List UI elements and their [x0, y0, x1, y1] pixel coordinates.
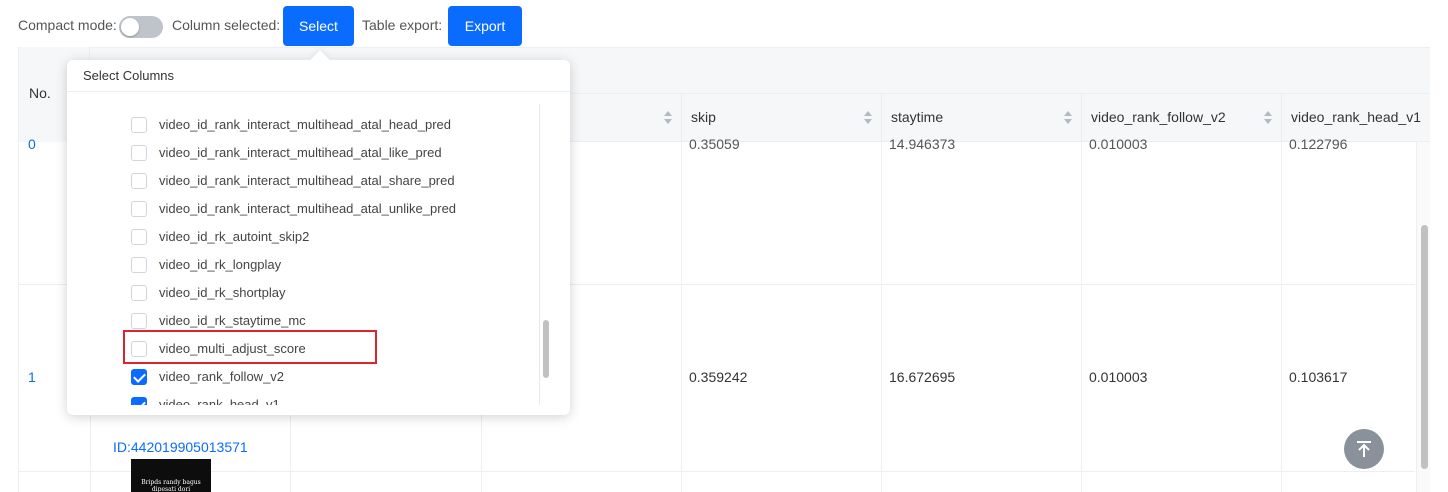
follow-cell: 0.010003	[1089, 136, 1148, 152]
scrollbar-thumb[interactable]	[543, 320, 549, 378]
checkbox[interactable]	[131, 117, 147, 133]
checkbox-checked[interactable]	[131, 397, 147, 405]
checkbox-checked[interactable]	[131, 369, 147, 385]
column-header-label: video_rank_follow_v2	[1091, 109, 1226, 125]
sort-icon[interactable]	[664, 111, 672, 125]
table-export-label: Table export:	[362, 17, 443, 33]
column-option[interactable]: video_rank_head_v1	[131, 395, 551, 405]
column-option[interactable]: video_id_rk_shortplay	[131, 283, 551, 303]
row-number-link[interactable]: 0	[28, 136, 36, 152]
head-cell: 0.103617	[1289, 369, 1348, 385]
column-option[interactable]: video_id_rank_interact_multihead_atal_un…	[131, 199, 551, 219]
column-header-staytime[interactable]: staytime	[881, 94, 1081, 142]
video-id-link[interactable]: ID:442019905013571	[113, 439, 248, 455]
table-scrollbar[interactable]	[1416, 142, 1430, 492]
thumbnail-caption: Bripds randy bagus dipesati dori	[141, 479, 201, 492]
toolbar: Compact mode: Column selected: Select Ta…	[0, 0, 1448, 50]
sort-icon[interactable]	[864, 111, 872, 125]
column-header-skip[interactable]: skip	[681, 94, 881, 142]
checkbox[interactable]	[131, 173, 147, 189]
option-label: video_id_rank_interact_multihead_atal_he…	[159, 117, 451, 132]
arrow-up-to-line-icon	[1357, 441, 1371, 457]
skip-cell: 0.359242	[689, 369, 748, 385]
checkbox[interactable]	[131, 201, 147, 217]
head-cell: 0.122796	[1289, 136, 1348, 152]
column-option[interactable]: video_id_rank_interact_multihead_atal_he…	[131, 115, 551, 135]
checkbox[interactable]	[131, 313, 147, 329]
option-label: video_id_rank_interact_multihead_atal_li…	[159, 145, 442, 160]
sort-icon[interactable]	[1264, 111, 1272, 125]
option-label: video_rank_follow_v2	[159, 369, 285, 384]
row-number-link[interactable]: 1	[28, 369, 36, 385]
option-label: video_id_rank_interact_multihead_atal_un…	[159, 201, 457, 216]
option-label: video_rank_head_v1	[159, 397, 280, 405]
column-option[interactable]: video_rank_follow_v2	[131, 367, 551, 387]
option-label: video_id_rk_staytime_mc	[159, 313, 306, 328]
column-option[interactable]: video_id_rank_interact_multihead_atal_li…	[131, 143, 551, 163]
staytime-cell: 16.672695	[889, 369, 956, 385]
skip-cell: 0.35059	[689, 136, 740, 152]
toggle-knob	[121, 18, 139, 36]
column-header-label: staytime	[891, 109, 944, 125]
scrollbar-thumb[interactable]	[1421, 225, 1428, 469]
popover-title: Select Columns	[83, 68, 175, 83]
column-selected-label: Column selected:	[172, 17, 281, 33]
column-option[interactable]: video_id_rk_staytime_mc	[131, 311, 551, 331]
checkbox[interactable]	[131, 229, 147, 245]
select-columns-button[interactable]: Select	[283, 6, 354, 46]
compact-mode-toggle[interactable]	[119, 16, 163, 38]
option-label: video_id_rank_interact_multihead_atal_sh…	[159, 173, 455, 188]
no-header-label: No.	[29, 85, 51, 101]
checkbox[interactable]	[131, 257, 147, 273]
column-header-video-rank-head-v1[interactable]: video_rank_head_v1	[1281, 94, 1430, 142]
checkbox[interactable]	[131, 285, 147, 301]
column-option[interactable]: video_id_rk_autoint_skip2	[131, 227, 551, 247]
column-option[interactable]: video_id_rank_interact_multihead_atal_sh…	[131, 171, 551, 191]
highlight-box	[123, 330, 377, 364]
column-header-label: skip	[691, 109, 716, 125]
video-thumbnail[interactable]: Bripds randy bagus dipesati dori	[131, 459, 211, 492]
option-label: video_id_rk_autoint_skip2	[159, 229, 310, 244]
popover-divider	[67, 91, 570, 92]
sort-icon[interactable]	[1064, 111, 1072, 125]
column-option[interactable]: video_id_rk_longplay	[131, 255, 551, 275]
back-to-top-button[interactable]	[1344, 429, 1384, 469]
follow-cell: 0.010003	[1089, 369, 1148, 385]
popover-scrollbar[interactable]	[539, 104, 550, 405]
staytime-cell: 14.946373	[889, 136, 956, 152]
option-label: video_id_rk_shortplay	[159, 285, 286, 300]
checkbox[interactable]	[131, 145, 147, 161]
option-label: video_id_rk_longplay	[159, 257, 282, 272]
compact-mode-label: Compact mode:	[18, 17, 117, 33]
export-button[interactable]: Export	[448, 6, 522, 46]
column-header-label: video_rank_head_v1	[1291, 109, 1421, 125]
column-header-video-rank-follow-v2[interactable]: video_rank_follow_v2	[1081, 94, 1281, 142]
